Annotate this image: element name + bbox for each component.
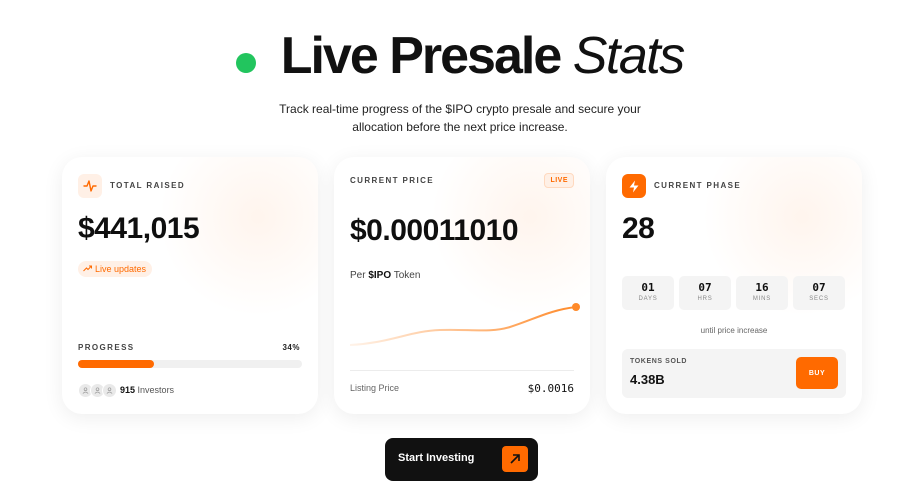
investor-avatars [78, 383, 117, 398]
countdown-minutes-unit: MINS [752, 296, 772, 302]
per-prefix: Per [350, 270, 366, 281]
countdown-hours-value: 07 [698, 281, 712, 294]
current-phase-value: 28 [622, 212, 655, 245]
token-symbol: $IPO [368, 270, 392, 281]
countdown-hours-unit: HRS [697, 296, 713, 302]
per-token-label: Per $IPO Token [350, 270, 420, 281]
user-icon [102, 383, 117, 398]
live-status-dot [236, 52, 257, 73]
activity-icon [78, 174, 102, 198]
countdown-minutes: 16 MINS [736, 276, 788, 310]
countdown-days-value: 01 [641, 281, 655, 294]
start-investing-label: Start Investing [398, 452, 475, 464]
current-price-card: CURRENT PRICE LIVE $0.00011010 Per $IPO … [334, 157, 590, 414]
countdown-minutes-value: 16 [755, 281, 769, 294]
title-accent: Stats [572, 27, 686, 85]
live-updates-badge: Live updates [78, 261, 153, 277]
countdown-seconds: 07 SECS [793, 276, 845, 310]
listing-price-value: $0.0016 [527, 382, 574, 395]
current-phase-card: CURRENT PHASE 28 01 DAYS 07 HRS 16 MINS 07 S… [606, 157, 862, 414]
until-price-increase-text: until price increase [700, 326, 768, 335]
total-raised-value: $441,015 [78, 212, 200, 245]
countdown-days: 01 DAYS [622, 276, 674, 310]
page-headline: Live Presale Stats [0, 26, 920, 86]
countdown-hours: 07 HRS [679, 276, 731, 310]
buy-button[interactable]: BUY [796, 357, 838, 389]
tokens-sold-value: 4.38B [630, 372, 665, 387]
investors-number: 915 [120, 385, 136, 395]
progress-label: PROGRESS [78, 343, 135, 352]
investors-label: Investors [137, 385, 175, 395]
countdown-timer: 01 DAYS 07 HRS 16 MINS 07 SECS [622, 276, 845, 310]
countdown-seconds-unit: SECS [809, 296, 829, 302]
progress-bar [78, 360, 302, 368]
countdown-days-unit: DAYS [638, 296, 658, 302]
bolt-icon [622, 174, 646, 198]
live-updates-text: Live updates [95, 264, 147, 274]
progress-percent: 34% [282, 343, 300, 352]
current-price-label: CURRENT PRICE [350, 176, 434, 185]
tokens-sold-panel: TOKENS SOLD 4.38B BUY [622, 349, 846, 398]
investors-count: 915 Investors [120, 383, 174, 398]
trend-up-icon [83, 265, 92, 272]
arrow-up-right-icon [502, 446, 528, 472]
page-subtitle: Track real-time progress of the $IPO cry… [279, 102, 641, 134]
progress-bar-fill [78, 360, 155, 368]
total-raised-label: TOTAL RAISED [110, 181, 186, 190]
countdown-seconds-value: 07 [812, 281, 826, 294]
tokens-sold-label: TOKENS SOLD [630, 358, 688, 365]
current-phase-label: CURRENT PHASE [654, 181, 742, 190]
total-raised-card: TOTAL RAISED $441,015 Live updates PROGR… [62, 157, 318, 414]
per-suffix: Token [393, 270, 421, 281]
price-trend-line [350, 306, 577, 346]
current-price-value: $0.00011010 [350, 214, 519, 247]
price-trend-chart [350, 303, 580, 346]
price-current-point [572, 303, 580, 311]
live-badge: LIVE [544, 173, 574, 188]
listing-price-label: Listing Price [350, 383, 400, 393]
divider [350, 370, 574, 371]
page-title: Live Presale Stats [280, 27, 686, 85]
start-investing-button[interactable]: Start Investing [385, 438, 538, 481]
title-main: Live Presale [280, 27, 563, 85]
